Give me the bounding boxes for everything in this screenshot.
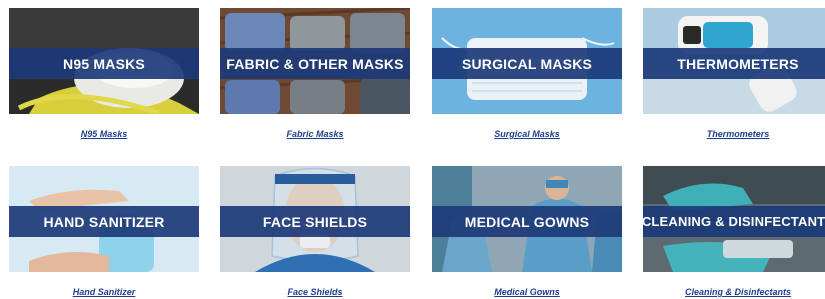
category-banner: Thermometers: [643, 48, 825, 79]
category-tile-medical-gowns[interactable]: Medical Gowns: [432, 166, 622, 272]
category-tile-hand-sanitizer[interactable]: Hand Sanitizer: [9, 166, 199, 272]
product-category-grid: N95 Masks N95 Masks Fabric & Other Masks…: [0, 0, 825, 299]
category-banner: N95 Masks: [9, 48, 199, 79]
category-card-hand-sanitizer: Hand Sanitizer Hand Sanitizer: [9, 166, 199, 297]
category-link-n95-masks[interactable]: N95 Masks: [9, 129, 199, 139]
category-card-thermometers: Thermometers Thermometers: [643, 8, 825, 139]
category-card-face-shields: Face Shields Face Shields: [220, 166, 410, 297]
category-card-cleaning: Cleaning & Disinfectants Cleaning & Disi…: [643, 166, 825, 297]
category-link-face-shields[interactable]: Face Shields: [220, 287, 410, 297]
category-tile-n95-masks[interactable]: N95 Masks: [9, 8, 199, 114]
category-link-thermometers[interactable]: Thermometers: [643, 129, 825, 139]
category-banner: Surgical Masks: [432, 48, 622, 79]
category-tile-cleaning[interactable]: Cleaning & Disinfectants: [643, 166, 825, 272]
category-card-n95-masks: N95 Masks N95 Masks: [9, 8, 199, 139]
category-banner: Medical Gowns: [432, 206, 622, 237]
category-tile-face-shields[interactable]: Face Shields: [220, 166, 410, 272]
category-link-surgical-masks[interactable]: Surgical Masks: [432, 129, 622, 139]
category-tile-surgical-masks[interactable]: Surgical Masks: [432, 8, 622, 114]
category-tile-fabric-masks[interactable]: Fabric & Other Masks: [220, 8, 410, 114]
category-link-hand-sanitizer[interactable]: Hand Sanitizer: [9, 287, 199, 297]
category-card-surgical-masks: Surgical Masks Surgical Masks: [432, 8, 622, 139]
category-card-medical-gowns: Medical Gowns Medical Gowns: [432, 166, 622, 297]
category-banner: Face Shields: [220, 206, 410, 237]
category-link-cleaning[interactable]: Cleaning & Disinfectants: [643, 287, 825, 297]
category-link-medical-gowns[interactable]: Medical Gowns: [432, 287, 622, 297]
category-tile-thermometers[interactable]: Thermometers: [643, 8, 825, 114]
category-banner: Cleaning & Disinfectants: [643, 206, 825, 237]
category-banner: Fabric & Other Masks: [220, 48, 410, 79]
category-card-fabric-masks: Fabric & Other Masks Fabric Masks: [220, 8, 410, 139]
category-banner: Hand Sanitizer: [9, 206, 199, 237]
category-link-fabric-masks[interactable]: Fabric Masks: [220, 129, 410, 139]
